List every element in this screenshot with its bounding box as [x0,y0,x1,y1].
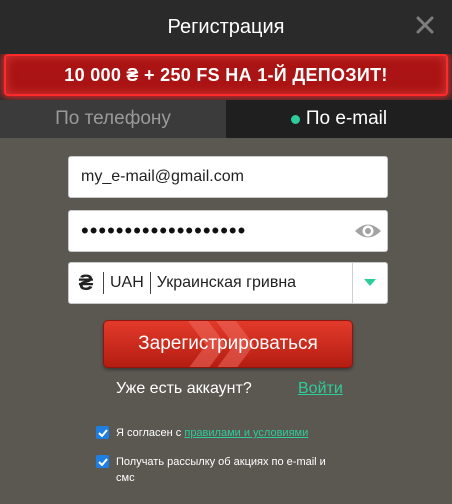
promo-banner: 10 000 ₴ + 250 FS НА 1-Й ДЕПОЗИТ! [4,54,448,96]
tab-phone[interactable]: По телефону [0,100,226,138]
tab-email[interactable]: По e-mail [226,100,452,138]
terms-link[interactable]: правилами и условиями [184,427,308,439]
active-dot-icon [290,114,300,124]
currency-code: UAH [110,274,144,291]
email-field-wrap [68,156,388,198]
modal-header: Регистрация [0,0,452,54]
terms-checkbox-row: Я согласен с правилами и условиями [96,425,308,441]
password-field[interactable] [69,211,353,251]
password-field-wrap [68,210,388,252]
terms-prefix: Я согласен с [116,427,185,439]
currency-name: Украинская гривна [156,274,297,291]
newsletter-checkbox[interactable] [96,455,109,468]
chevron-down-icon[interactable] [352,263,387,303]
login-link[interactable]: Войти [298,380,343,398]
promo-banner-wrap: 10 000 ₴ + 250 FS НА 1-Й ДЕПОЗИТ! [0,54,452,100]
email-field[interactable] [69,157,387,197]
registration-modal: Регистрация 10 000 ₴ + 250 FS НА 1-Й ДЕП… [0,0,452,504]
newsletter-text: Получать рассылку об акциях по e-mail и … [116,454,326,486]
promo-banner-text: 10 000 ₴ + 250 FS НА 1-Й ДЕПОЗИТ! [64,64,388,85]
terms-text: Я согласен с правилами и условиями [116,425,308,441]
hryvnia-icon: ₴ [78,270,94,295]
newsletter-checkbox-row: Получать рассылку об акциях по e-mail и … [96,454,326,486]
newsletter-line-1: Получать рассылку об акциях по e-mail и [116,456,326,468]
terms-checkbox[interactable] [96,426,109,439]
close-icon[interactable] [412,12,438,38]
registration-tabs: По телефону По e-mail [0,100,452,138]
newsletter-line-2: смс [116,472,135,484]
register-button-label: Зарегистрироваться [138,333,318,354]
tab-email-label: По e-mail [305,108,388,129]
currency-select[interactable]: ₴ UAH Украинская гривна [68,262,388,304]
tab-phone-label: По телефону [55,108,171,129]
eye-icon[interactable] [353,213,383,249]
modal-title: Регистрация [167,15,285,38]
have-account-text: Уже есть аккаунт? [116,380,252,397]
login-row: Уже есть аккаунт? Войти [0,378,452,402]
register-button[interactable]: Зарегистрироваться [103,320,353,368]
